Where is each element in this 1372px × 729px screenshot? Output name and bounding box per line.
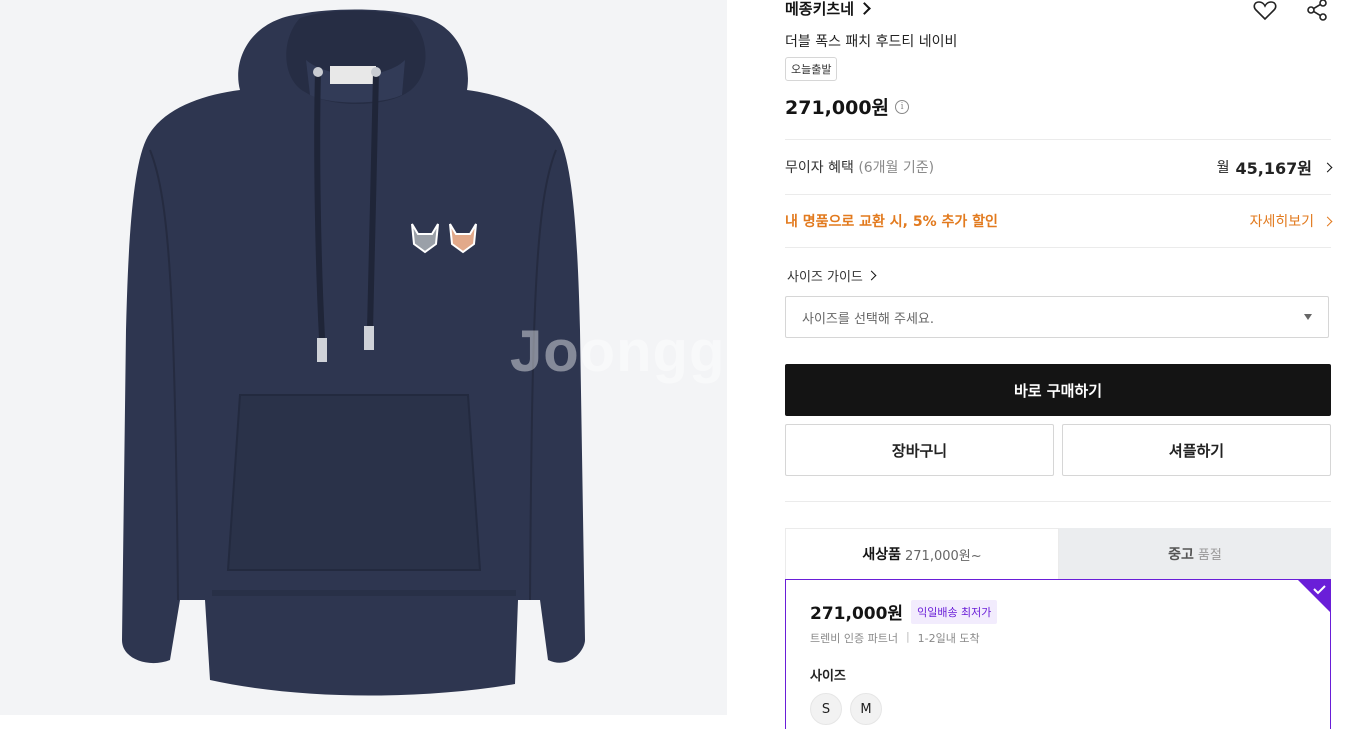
offer-tag: 익일배송 최저가 (911, 599, 998, 624)
offer-card[interactable]: 271,000원 익일배송 최저가 트렌비 인증 파트너 | 1-2일내 도착 … (785, 579, 1331, 729)
promo-row: 내 명품으로 교환 시, 5% 추가 할인 자세히보기 (785, 209, 1333, 233)
installment-row[interactable]: 무이자 혜택 (6개월 기준) 월 45,167원 (785, 155, 1333, 179)
size-chip-s[interactable]: S (810, 693, 842, 725)
divider (785, 501, 1331, 502)
shuffle-button[interactable]: 셔플하기 (1062, 424, 1331, 476)
installment-value: 월 45,167원 (1216, 155, 1333, 179)
size-guide-link[interactable]: 사이즈 가이드 (787, 266, 877, 285)
seller-name: 트렌비 인증 파트너 (810, 632, 898, 645)
offer-price: 271,000원 (810, 604, 904, 624)
installment-prefix: 월 (1216, 160, 1230, 176)
caret-down-icon (1304, 314, 1312, 320)
brand-link[interactable]: 메종키츠네 (785, 0, 871, 19)
chevron-right-icon (858, 2, 871, 15)
promo-detail-link[interactable]: 자세히보기 (1250, 211, 1333, 231)
promo-text: 내 명품으로 교환 시, 5% 추가 할인 (785, 214, 998, 230)
divider (785, 247, 1331, 248)
condition-tabs: 새상품 271,000원~ 중고 품절 (785, 528, 1331, 579)
buy-now-button[interactable]: 바로 구매하기 (785, 364, 1331, 416)
price-row: 271,000원 i (785, 93, 910, 120)
size-chip-m[interactable]: M (850, 693, 882, 725)
info-icon[interactable]: i (895, 99, 910, 114)
size-select[interactable]: 사이즈를 선택해 주세요. (785, 296, 1329, 338)
size-chips: S M (810, 693, 882, 725)
delivery-badge: 오늘출발 (785, 57, 838, 81)
installment-amount: 45,167원 (1235, 159, 1312, 178)
size-select-placeholder: 사이즈를 선택해 주세요. (802, 311, 934, 327)
chevron-right-icon (1322, 162, 1333, 172)
product-price: 271,000원 (785, 97, 890, 119)
delivery-eta: 1-2일내 도착 (917, 632, 980, 645)
offer-price-row: 271,000원 익일배송 최저가 (810, 599, 998, 624)
heart-icon (1253, 1, 1277, 21)
wishlist-button[interactable] (1251, 0, 1279, 24)
separator: | (905, 630, 910, 643)
share-icon (1307, 0, 1327, 21)
brand-name: 메종키츠네 (785, 0, 855, 18)
product-name: 더블 폭스 패치 후드티 네이비 (785, 34, 958, 50)
tab-used[interactable]: 중고 품절 (1059, 528, 1331, 579)
chevron-right-icon (1322, 216, 1333, 226)
installment-label: 무이자 혜택 (6개월 기준) (785, 160, 935, 176)
offer-seller-info: 트렌비 인증 파트너 | 1-2일내 도착 (810, 630, 980, 646)
divider (785, 139, 1331, 140)
offer-size-label: 사이즈 (810, 669, 846, 684)
installment-note: (6개월 기준) (858, 160, 935, 176)
top-actions (1251, 0, 1331, 24)
cart-button[interactable]: 장바구니 (785, 424, 1054, 476)
divider (785, 194, 1331, 195)
share-button[interactable] (1303, 0, 1331, 24)
tab-new[interactable]: 새상품 271,000원~ (785, 528, 1059, 579)
product-image-pane: Joonggonara (0, 0, 727, 715)
watermark: Joonggonara (510, 319, 727, 384)
check-icon (1298, 580, 1330, 612)
chevron-right-icon (866, 270, 877, 281)
